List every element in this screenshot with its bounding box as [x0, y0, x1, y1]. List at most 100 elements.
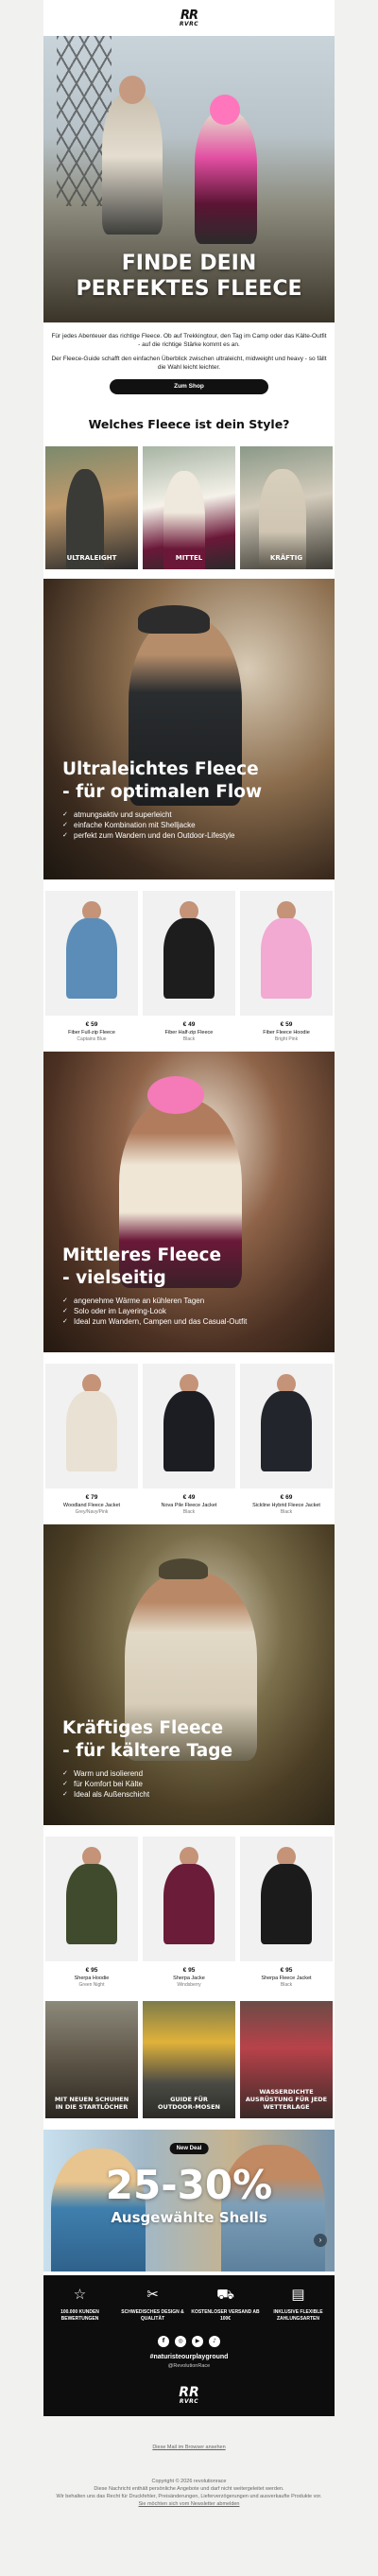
tile-label: ULTRALEIGHT — [66, 554, 117, 562]
webview-link[interactable]: Diese Mail im Browser ansehen — [43, 2444, 335, 2451]
product-color: Black — [182, 1509, 196, 1515]
usp-text: INKLUSIVE FLEXIBLE ZAHLUNGSARTEN — [273, 2309, 323, 2322]
email-body: RR RVRC FINDE DEIN PERFEKTES FLEECE Für … — [43, 0, 335, 2416]
guide-outdoor[interactable]: GUIDE FÜR OUTDOOR-MOSEN — [143, 2001, 235, 2118]
product-image — [45, 1364, 138, 1488]
tile-mittel[interactable]: MITTEL — [143, 446, 235, 569]
product-color: Black — [280, 1982, 293, 1988]
usp-shipping: ⛟ KOSTENLOSER VERSAND AB 100€ — [189, 2287, 262, 2323]
tile-ultralight[interactable]: ULTRALEIGHT — [45, 446, 138, 569]
webview-link-text: Diese Mail im Browser ansehen — [152, 2445, 226, 2450]
shop-button[interactable]: Zum Shop — [110, 379, 268, 394]
guide-label: GUIDE FÜR OUTDOOR-MOSEN — [146, 2096, 232, 2111]
feature-midweight[interactable]: Mittleres Fleece - vielseitig ✓ angenehme… — [43, 1052, 335, 1352]
product-card[interactable]: € 49 Nova Pile Fleece Jacket Black — [143, 1364, 235, 1515]
usp-row: ☆ 100.000 KUNDEN BEWERTUNGEN ✂ SCHWEDISC… — [43, 2287, 335, 2323]
usp-design: ✂ SCHWEDISCHES DESIGN & QUALITÄT — [116, 2287, 189, 2323]
hero-woman-figure — [195, 112, 257, 244]
product-image — [143, 1836, 235, 1961]
check-icon: ✓ — [62, 1297, 68, 1304]
card-icon: ▤ — [291, 2287, 305, 2303]
guide-label-line2: AUSRÜSTUNG FÜR JEDE WETTERLAGE — [245, 2096, 328, 2111]
copyright: Copyright © 2026 revolutionrace — [151, 2479, 227, 2484]
sale-headline: 25-30% — [105, 2162, 273, 2208]
style-tiles: ULTRALEIGHT MITTEL KRÄFTIG — [43, 446, 335, 569]
usp-text: 100.000 KUNDEN BEWERTUNGEN — [60, 2309, 99, 2322]
product-image — [240, 1836, 333, 1961]
sale-subline: Ausgewählte Shells — [111, 2209, 267, 2226]
product-card[interactable]: € 69 Sickline Hybrid Fleece Jacket Black — [240, 1364, 333, 1515]
guide-tiles: MIT NEUEN SCHUHEN IN DIE STARTLÖCHER GUID… — [43, 1988, 335, 2118]
feature-beanie — [147, 1076, 204, 1114]
feature-bullet: ✓ Ideal zum Wandern, Campen und das Casua… — [62, 1316, 325, 1327]
product-card[interactable]: € 95 Sherpa Hoodie Green Night — [45, 1836, 138, 1988]
product-name: Sherpa Fleece Jacket — [261, 1976, 312, 1981]
guide-label-line1: GUIDE FÜR — [170, 2096, 208, 2103]
hero-image[interactable]: FINDE DEIN PERFEKTES FLEECE — [43, 36, 335, 322]
product-garment — [65, 918, 118, 999]
footer-logo[interactable]: RR RVRC — [43, 2386, 335, 2405]
feature-bullet-text: einfache Kombination mit Shelljacke — [74, 821, 196, 829]
feature-bullet: ✓ Warm und isolierend — [62, 1768, 325, 1779]
guide-waterproof[interactable]: WASSERDICHTE AUSRÜSTUNG FÜR JEDE WETTERLA… — [240, 2001, 333, 2118]
feature-title-line1: Mittleres Fleece — [62, 1245, 222, 1265]
product-color: Green Night — [78, 1982, 105, 1988]
logo-text: RVRC — [179, 20, 199, 27]
product-garment — [260, 1864, 313, 1944]
instagram-icon[interactable]: ◎ — [175, 2336, 186, 2347]
feature-bullet: ✓ Solo oder im Layering-Look — [62, 1306, 325, 1316]
product-price: € 49 — [182, 1494, 196, 1501]
product-card[interactable]: € 59 Fiber Full-zip Fleece Captains Blue — [45, 891, 138, 1042]
feature-cap — [138, 605, 210, 634]
unsubscribe-link[interactable]: Sie möchten sich vom Newsletter abmelden — [43, 2500, 335, 2508]
tile-kraeftig[interactable]: KRÄFTIG — [240, 446, 333, 569]
usp-payment: ▤ INKLUSIVE FLEXIBLE ZAHLUNGSARTEN — [262, 2287, 335, 2323]
feature-bullet-text: Ideal zum Wandern, Campen und das Casual… — [74, 1317, 248, 1326]
product-price: € 49 — [182, 1021, 196, 1028]
check-icon: ✓ — [62, 832, 68, 839]
check-icon: ✓ — [62, 1791, 68, 1798]
check-icon: ✓ — [62, 811, 68, 818]
brand-logo[interactable]: RR RVRC — [180, 9, 198, 27]
feature-bullets: ✓ Warm und isolierend ✓ für Komfort bei Kä… — [62, 1768, 325, 1800]
product-garment — [260, 1391, 313, 1471]
product-card[interactable]: € 79 Woodland Fleece Jacket Grey/Navy/Pi… — [45, 1364, 138, 1515]
unsubscribe-link-text: Sie möchten sich vom Newsletter abmelden — [138, 2501, 240, 2507]
guide-shoes[interactable]: MIT NEUEN SCHUHEN IN DIE STARTLÖCHER — [45, 2001, 138, 2118]
feature-bullet-text: für Komfort bei Kälte — [74, 1780, 143, 1788]
sale-banner[interactable]: New Deal 25-30% Ausgewählte Shells › — [43, 2130, 335, 2271]
product-price: € 59 — [280, 1021, 293, 1028]
hero-title-line2: PERFEKTES FLEECE — [76, 277, 302, 301]
product-garment — [65, 1864, 118, 1944]
product-name: Fiber Fleece Hoodie — [263, 1030, 310, 1036]
hero-woman-beanie — [210, 95, 240, 125]
facebook-icon[interactable]: f — [158, 2336, 169, 2347]
chevron-right-icon[interactable]: › — [314, 2234, 327, 2247]
product-name: Woodland Fleece Jacket — [62, 1503, 121, 1508]
product-color: Captains Blue — [77, 1036, 107, 1042]
product-card[interactable]: € 49 Fiber Half-zip Fleece Black — [143, 891, 235, 1042]
product-card[interactable]: € 59 Fiber Fleece Hoodie Bright Pink — [240, 891, 333, 1042]
feature-heavy[interactable]: Kräftiges Fleece - für kältere Tage ✓ War… — [43, 1524, 335, 1825]
check-icon: ✓ — [62, 1770, 68, 1777]
social-handle[interactable]: @RevolutionRace — [43, 2363, 335, 2369]
feature-bullets: ✓ angenehme Wärme an kühleren Tagen ✓ Solo… — [62, 1296, 325, 1327]
product-card[interactable]: € 95 Sherpa Jacke Windsberry — [143, 1836, 235, 1988]
feature-cap — [159, 1558, 208, 1579]
check-icon: ✓ — [62, 1781, 68, 1787]
feature-bullet-text: perfekt zum Wandern und den Outdoor-Life… — [74, 831, 235, 840]
intro-paragraph-2: Der Fleece-Guide schafft den einfachen Ü… — [51, 356, 327, 371]
product-name: Fiber Half-zip Fleece — [164, 1030, 214, 1036]
feature-ultralight[interactable]: Ultraleichtes Fleece - für optimalen Flo… — [43, 579, 335, 879]
style-section-title: Welches Fleece ist dein Style? — [88, 417, 290, 431]
product-image — [240, 1364, 333, 1488]
tiktok-icon[interactable]: ♪ — [209, 2336, 220, 2347]
check-icon: ✓ — [62, 822, 68, 828]
usp-text: KOSTENLOSER VERSAND AB 100€ — [191, 2309, 260, 2322]
youtube-icon[interactable]: ▶ — [192, 2336, 203, 2347]
leaf-icon: ✂ — [146, 2287, 159, 2303]
product-card[interactable]: € 95 Sherpa Fleece Jacket Black — [240, 1836, 333, 1988]
truck-icon: ⛟ — [216, 2287, 234, 2303]
product-garment — [163, 918, 215, 999]
product-row-1: € 59 Fiber Full-zip Fleece Captains Blue… — [43, 879, 335, 1042]
